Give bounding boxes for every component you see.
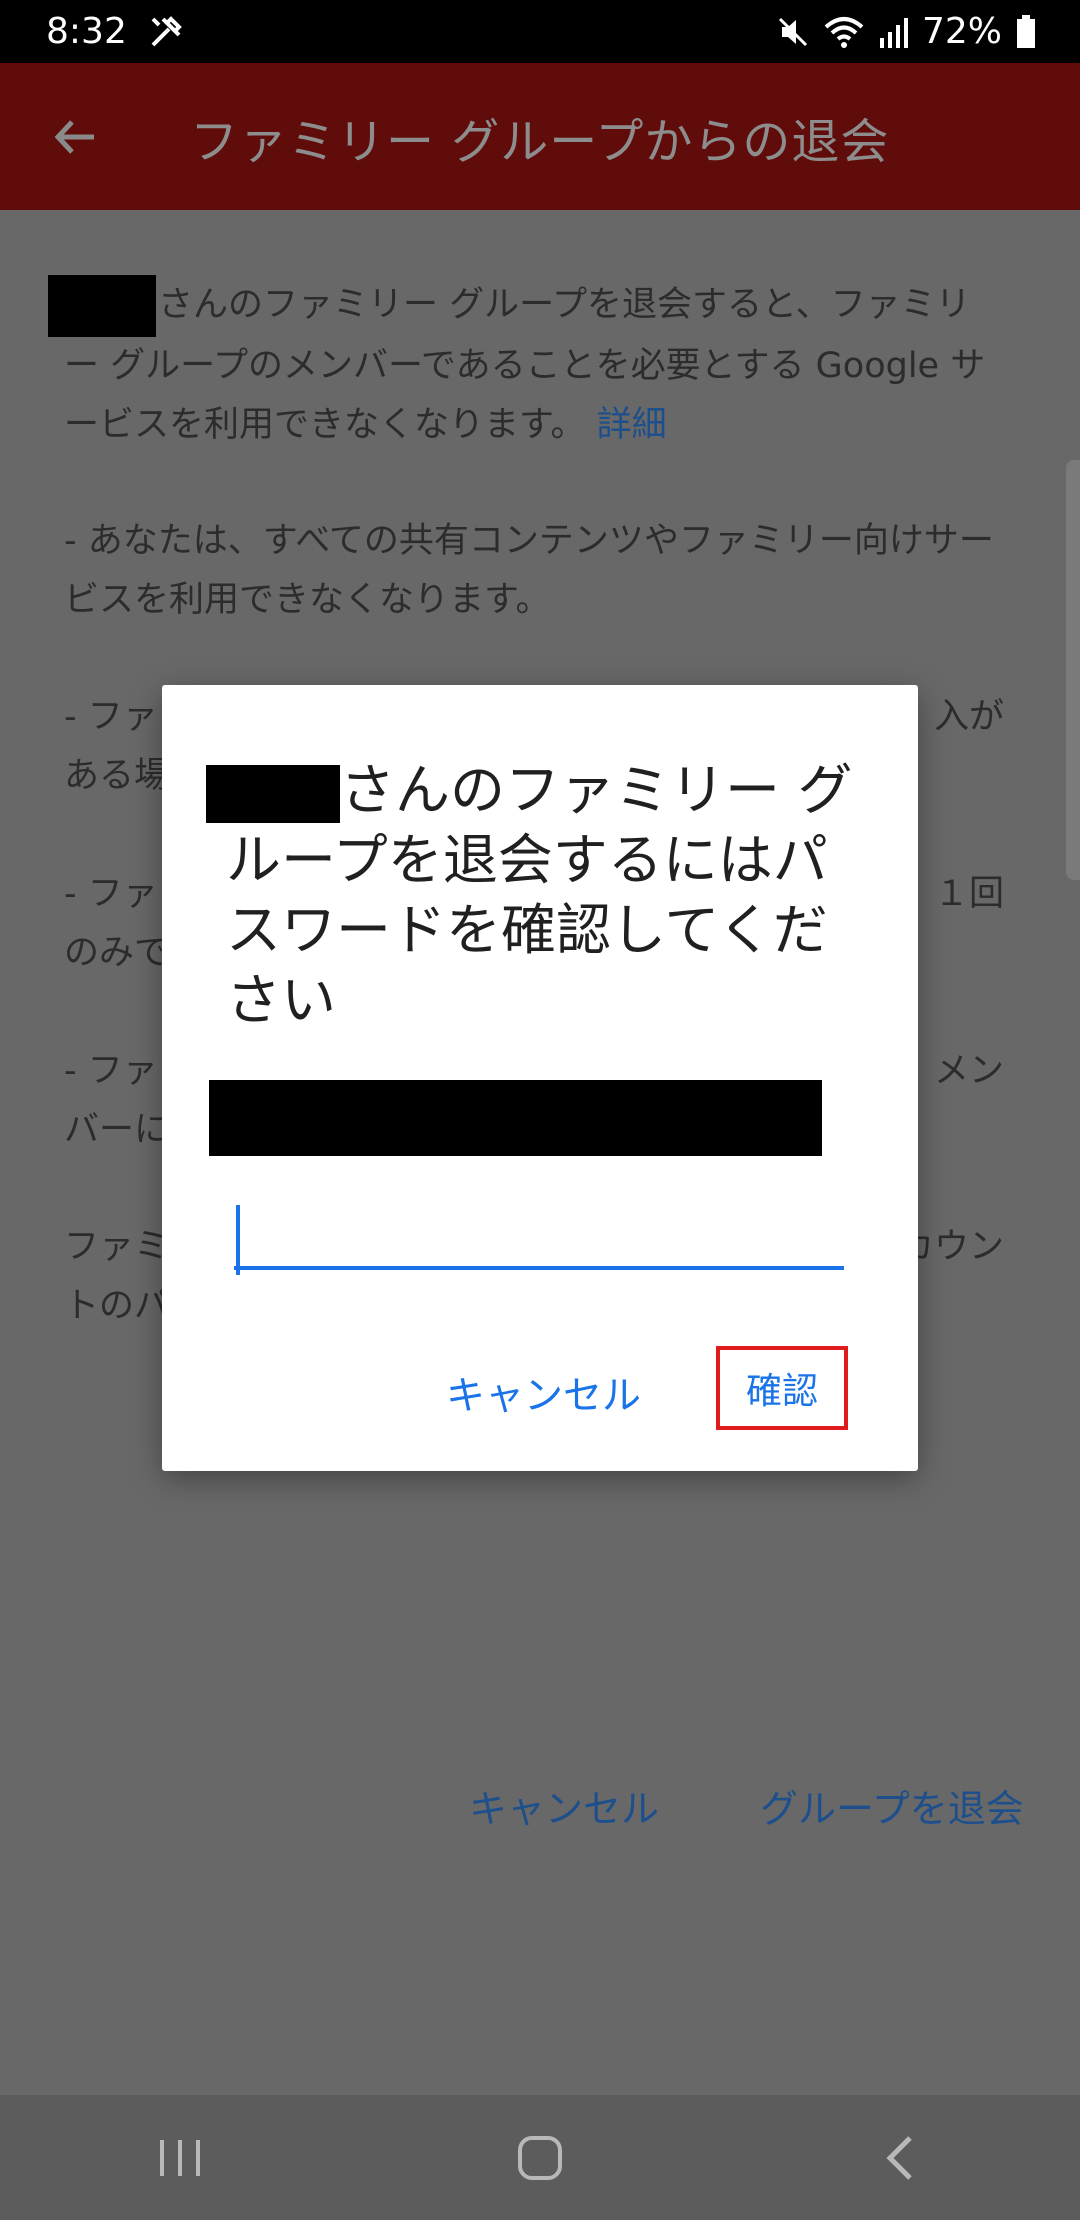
back-arrow-icon[interactable] <box>30 92 120 182</box>
details-link[interactable]: 詳細 <box>597 405 667 445</box>
home-icon[interactable] <box>485 2103 595 2213</box>
text-cursor <box>236 1205 240 1275</box>
redacted-account-email <box>209 1080 822 1156</box>
app-bar: ファミリー グループからの退会 <box>0 63 1080 210</box>
page-title: ファミリー グループからの退会 <box>190 113 890 170</box>
recent-apps-icon[interactable] <box>125 2103 235 2213</box>
signal-icon <box>878 16 908 48</box>
password-dialog: さんのファミリー グループを退会するにはパスワードを確認してください キャンセル… <box>162 685 918 1471</box>
intro-text: さんのファミリー グループを退会すると、ファミリー グループのメンバーであること… <box>64 285 986 445</box>
scrollbar[interactable] <box>1066 460 1080 880</box>
wifi-icon <box>824 15 864 49</box>
page-actions: キャンセル グループを退会 <box>0 1770 1080 1840</box>
dialog-cancel-button[interactable]: キャンセル <box>446 1365 641 1421</box>
mute-icon <box>776 15 810 49</box>
status-bar: 8:32 72% <box>0 0 1080 63</box>
battery-icon <box>1016 14 1036 49</box>
tools-icon <box>149 15 183 49</box>
battery-percent: 72% <box>921 11 1002 52</box>
page-cancel-button[interactable]: キャンセル <box>469 1780 659 1839</box>
redacted-name <box>48 275 156 337</box>
password-input[interactable] <box>234 1200 844 1270</box>
intro-paragraph: さんのファミリー グループを退会すると、ファミリー グループのメンバーであること… <box>48 275 1004 455</box>
dialog-title: さんのファミリー グループを退会するにはパスワードを確認してください <box>206 755 866 1035</box>
status-time: 8:32 <box>46 11 127 52</box>
back-icon[interactable] <box>845 2103 955 2213</box>
navigation-bar <box>0 2095 1080 2220</box>
confirm-button[interactable]: 確認 <box>716 1346 848 1430</box>
redacted-name <box>206 764 340 823</box>
bullet-shared-content: - あなたは、すべての共有コンテンツやファミリー向けサービスを利用できなくなりま… <box>64 521 994 620</box>
leave-group-button[interactable]: グループを退会 <box>760 1780 1024 1839</box>
